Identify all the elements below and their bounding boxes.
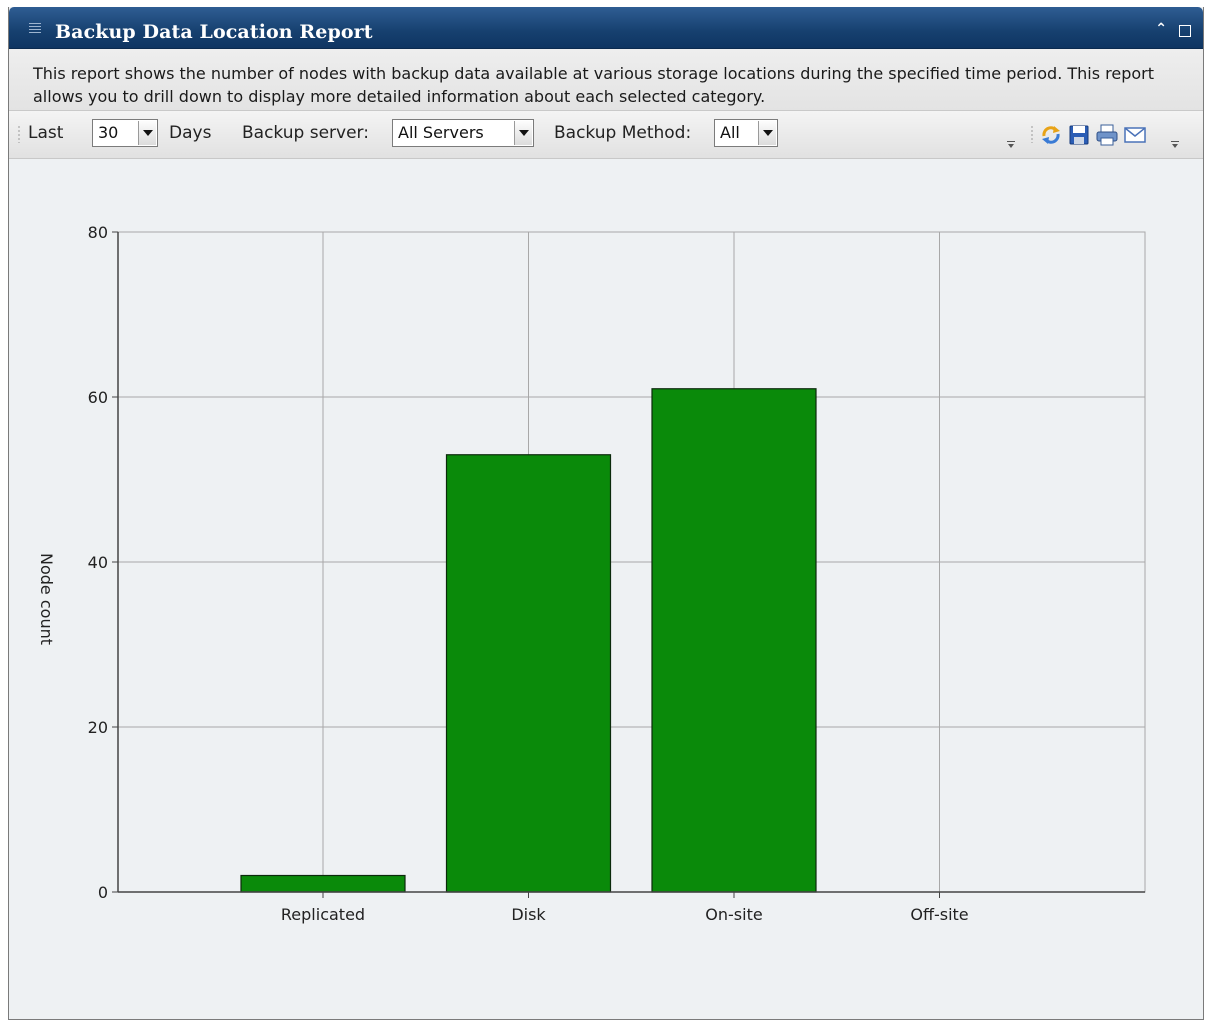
- maximize-icon[interactable]: [1179, 25, 1191, 37]
- bar-chart: 0 20 40 60 80 Replicated Disk On-site Off-site N…: [37, 223, 1146, 924]
- report-description: This report shows the number of nodes wi…: [9, 49, 1203, 111]
- toolbar-overflow-icon[interactable]: [1007, 141, 1015, 151]
- action-icon-group: [1027, 115, 1187, 153]
- x-tick-label: Off-site: [910, 905, 968, 924]
- bar-replicated[interactable]: [240, 874, 406, 893]
- x-tick-label: Disk: [511, 905, 546, 924]
- days-label: Days: [169, 123, 212, 143]
- report-title: Backup Data Location Report: [55, 21, 373, 43]
- drag-grip-icon[interactable]: [29, 23, 41, 35]
- bar-on-site[interactable]: [651, 388, 817, 893]
- chevron-down-icon[interactable]: [758, 121, 776, 145]
- chart-axes: 0 20 40 60 80 Replicated Disk On-site Off-site: [88, 223, 1145, 924]
- y-tick-label: 20: [88, 718, 108, 737]
- days-select-value: 30: [98, 123, 119, 142]
- backup-method-value: All: [720, 123, 740, 142]
- backup-server-select[interactable]: All Servers: [392, 119, 534, 147]
- days-select[interactable]: 30: [92, 119, 158, 147]
- x-tick-label: On-site: [705, 905, 762, 924]
- filter-toolbar: Last 30 Days Backup server: All Servers …: [9, 111, 1203, 159]
- backup-server-value: All Servers: [398, 123, 484, 142]
- refresh-icon[interactable]: [1039, 123, 1063, 147]
- y-tick-label: 60: [88, 388, 108, 407]
- toolbar-grip-icon[interactable]: [1031, 125, 1033, 143]
- toolbar-grip-icon[interactable]: [18, 125, 20, 143]
- title-bar[interactable]: Backup Data Location Report ⌃: [9, 7, 1203, 49]
- print-icon[interactable]: [1095, 123, 1119, 147]
- x-tick-label: Replicated: [281, 905, 365, 924]
- toolbar-overflow-icon[interactable]: [1171, 141, 1179, 151]
- bar-disk[interactable]: [445, 454, 612, 893]
- y-tick-label: 40: [88, 553, 108, 572]
- backup-method-label: Backup Method:: [554, 123, 692, 143]
- report-panel: Backup Data Location Report ⌃ This repor…: [8, 7, 1204, 1020]
- backup-method-select[interactable]: All: [714, 119, 778, 147]
- chart-area: 0 20 40 60 80 Replicated Disk On-site Off-site N…: [9, 159, 1203, 1019]
- chevron-down-icon[interactable]: [514, 121, 532, 145]
- backup-server-label: Backup server:: [242, 123, 369, 143]
- y-axis-label: Node count: [37, 553, 56, 645]
- y-tick-label: 80: [88, 223, 108, 242]
- save-icon[interactable]: [1067, 123, 1091, 147]
- y-tick-label: 0: [98, 883, 108, 902]
- chart-grid: [117, 231, 1146, 893]
- collapse-icon[interactable]: ⌃: [1155, 21, 1167, 37]
- last-label: Last: [28, 123, 64, 143]
- chart-bars: [240, 388, 817, 893]
- chevron-down-icon[interactable]: [138, 121, 156, 145]
- email-icon[interactable]: [1123, 123, 1147, 147]
